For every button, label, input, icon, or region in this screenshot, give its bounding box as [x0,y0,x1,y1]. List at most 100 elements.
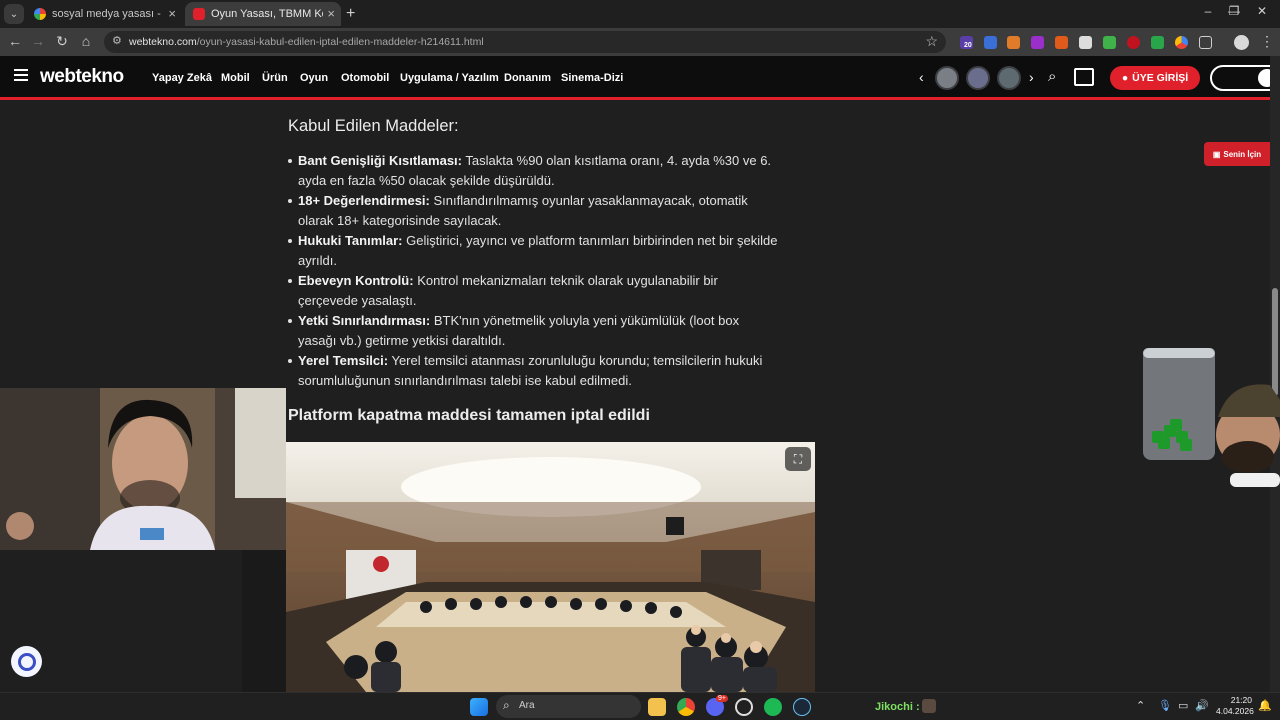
clock-time: 21:20 [1230,695,1252,705]
chevron-right-icon[interactable]: › [1029,69,1034,85]
heading-accepted-articles: Kabul Edilen Maddeler: [288,117,459,135]
search-icon: ⌕ [503,698,510,712]
discord-badge: 9+ [716,695,728,702]
tab-title: Oyun Yasası, TBMM Komisyonu [211,8,323,20]
meeting-room-photo [286,442,815,692]
nav-donanim[interactable]: Donanım [504,72,551,84]
nav-oyun[interactable]: Oyun [300,72,328,84]
saved-articles-icon[interactable] [1074,68,1094,86]
bookmark-star-icon[interactable]: ☆ [925,33,938,50]
extensions-puzzle-icon[interactable] [1199,36,1212,49]
browser-toolbar: ← → ↻ ⌂ ⚙ webtekno.com/oyun-yasasi-kabul… [0,28,1280,56]
list-item: Bant Genişliği Kısıtlaması: Taslakta %90… [288,151,778,191]
notification-icon[interactable]: 🔔 [1258,699,1272,712]
item-label: Yerel Temsilci: [298,353,389,368]
list-item: 18+ Değerlendirmesi: Sınıflandırılmamış … [288,191,778,231]
restore-icon[interactable]: ❐ [1222,4,1246,18]
home-icon[interactable]: ⌂ [77,33,95,49]
url-path: /oyun-yasasi-kabul-edilen-iptal-edilen-m… [196,36,484,48]
url-host: webtekno.com [129,36,197,48]
forward-icon[interactable]: → [29,33,47,49]
extension-icon[interactable] [984,36,997,49]
nav-urun[interactable]: Ürün [262,72,288,84]
clock-date: 4.04.2026 [1216,706,1254,716]
obs-icon[interactable] [735,698,753,716]
chrome-icon[interactable] [677,698,695,716]
tab-oyun-yasasi[interactable]: Oyun Yasası, TBMM Komisyonu × [185,2,341,26]
fullscreen-expand-icon[interactable]: ⛶ [785,447,811,471]
webcam-video [0,388,286,550]
close-icon[interactable]: × [327,6,335,21]
user-icon: ● [1121,72,1129,84]
volume-icon[interactable]: 🔊 [1195,699,1209,712]
close-window-icon[interactable]: ✕ [1250,4,1274,18]
address-bar[interactable]: ⚙ webtekno.com/oyun-yasasi-kabul-edilen-… [104,31,946,53]
close-icon[interactable]: × [168,6,176,21]
extension-icon[interactable] [1031,36,1044,49]
heading-platform-closure: Platform kapatma maddesi tamamen iptal e… [288,407,650,424]
stream-glass-widget [1140,345,1280,490]
site-info-icon[interactable]: ⚙ [112,34,122,47]
taskbar-search[interactable]: ⌕ Ara [496,695,641,718]
network-icon[interactable]: ▭ [1178,699,1188,712]
story-avatar[interactable] [997,66,1021,90]
webcam-overlay [0,388,286,550]
site-logo[interactable]: webtekno [40,66,124,88]
tab-search-icon[interactable]: ⌄ [4,4,24,24]
glass-of-dice-icon [1143,348,1280,487]
list-item: Yerel Temsilci: Yerel temsilci atanması … [288,351,778,391]
extension-icon[interactable] [1079,36,1092,49]
nav-sinema-dizi[interactable]: Sinema-Dizi [561,72,623,84]
item-label: 18+ Değerlendirmesi: [298,193,430,208]
tab-google[interactable]: sosyal medya yasası - Google'd × [26,2,182,26]
nav-otomobil[interactable]: Otomobil [341,72,389,84]
windows-start-icon[interactable] [470,698,488,716]
extension-icon[interactable] [1127,36,1140,49]
story-avatar[interactable] [935,66,959,90]
chat-avatar [922,699,936,713]
extension-icon[interactable] [1103,36,1116,49]
search-icon[interactable]: ⌕ [1048,68,1056,85]
item-label: Ebeveyn Kontrolü: [298,273,414,288]
login-label: ÜYE GİRİŞİ [1132,72,1189,84]
accepted-articles-list: Bant Genişliği Kısıtlaması: Taslakta %90… [288,151,778,391]
story-avatar[interactable] [966,66,990,90]
browser-tab-strip: ⌄ sosyal medya yasası - Google'd × Oyun … [0,0,1280,28]
taskbar-search-label: Ara [519,700,535,711]
minimize-button[interactable]: – [1196,4,1220,18]
assistant-icon [17,652,36,671]
extension-badge: 20 [964,42,972,49]
file-explorer-icon[interactable] [648,698,666,716]
login-button[interactable]: ● ÜYE GİRİŞİ [1110,66,1200,90]
hamburger-menu-icon[interactable] [14,69,28,84]
chevron-left-icon[interactable]: ‹ [919,69,924,85]
extension-icon[interactable] [1055,36,1068,49]
chevron-up-icon[interactable]: ⌃ [1136,699,1145,712]
list-item: Yetki Sınırlandırması: BTK'nın yönetmeli… [288,311,778,351]
microphone-icon[interactable]: 🎙 [1158,699,1172,712]
more-menu-icon[interactable]: ⋮ [1258,33,1276,50]
assistant-floating-button[interactable] [11,646,42,677]
extension-icon[interactable] [1175,36,1188,49]
item-label: Yetki Sınırlandırması: [298,313,431,328]
item-label: Bant Genişliği Kısıtlaması: [298,153,462,168]
for-you-button[interactable]: ▣ Senin İçin [1204,142,1270,166]
profile-avatar[interactable] [1234,35,1249,50]
windows-taskbar: ⌕ Ara 9+ Jikochi : ⌃ 🎙 ▭ 🔊 21:20 4.04.20… [0,692,1280,720]
list-item: Hukuki Tanımlar: Geliştirici, yayıncı ve… [288,231,778,271]
back-icon[interactable]: ← [6,33,24,49]
system-clock[interactable]: 21:20 4.04.2026 [1216,695,1254,717]
nav-mobil[interactable]: Mobil [221,72,250,84]
url-text: webtekno.com/oyun-yasasi-kabul-edilen-ip… [129,36,484,48]
nav-uygulama-yazilim[interactable]: Uygulama / Yazılım [400,72,499,84]
reload-icon[interactable]: ↻ [53,33,71,50]
new-tab-button[interactable]: + [346,5,355,23]
spotify-icon[interactable] [764,698,782,716]
nav-yapay-zeka[interactable]: Yapay Zekâ [152,72,212,84]
item-label: Hukuki Tanımlar: [298,233,403,248]
article-image[interactable] [286,442,815,692]
extension-icon[interactable] [1151,36,1164,49]
google-icon [34,8,46,20]
steam-icon[interactable] [793,698,811,716]
extension-icon[interactable] [1007,36,1020,49]
